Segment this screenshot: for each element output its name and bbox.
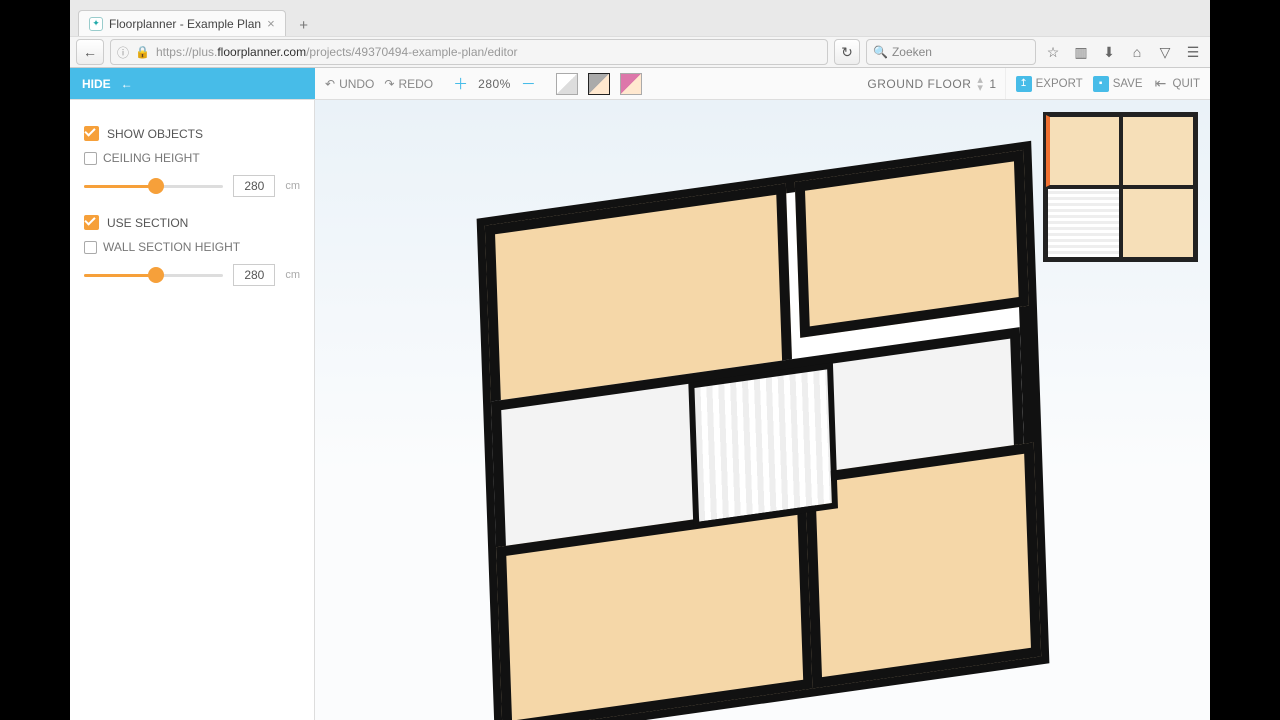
staircase[interactable] — [687, 363, 837, 529]
export-label: EXPORT — [1036, 78, 1083, 90]
url-prefix: https://plus. — [156, 45, 217, 59]
height-icon — [84, 241, 97, 254]
hide-label: HIDE — [82, 77, 111, 91]
reload-button[interactable]: ↻ — [834, 39, 860, 65]
redo-icon: ↷ — [384, 77, 394, 91]
redo-label: REDO — [398, 77, 433, 91]
viewport-3d[interactable] — [315, 100, 1210, 720]
wall-section-input[interactable] — [233, 264, 275, 286]
new-tab-button[interactable]: + — [292, 14, 316, 36]
minimap-room[interactable] — [1121, 115, 1196, 187]
use-section-checkbox[interactable] — [84, 215, 99, 230]
undo-button[interactable]: ↶ UNDO — [325, 77, 374, 91]
floor-label: GROUND FLOOR — [867, 77, 971, 91]
back-button[interactable]: ← — [76, 39, 104, 65]
zoom-level: 280% — [478, 77, 511, 91]
view-mode-texture[interactable] — [620, 73, 642, 95]
show-objects-label: SHOW OBJECTS — [107, 127, 203, 141]
export-button[interactable]: ↥ EXPORT — [1016, 76, 1083, 92]
show-objects-checkbox[interactable] — [84, 126, 99, 141]
sidebar: SHOW OBJECTS CEILING HEIGHT cm USE SECTI… — [70, 100, 315, 720]
use-section-label: USE SECTION — [107, 216, 188, 230]
info-icon: ⓘ — [117, 44, 129, 61]
zoom-in-button[interactable]: ＋ — [453, 73, 468, 94]
arrow-left-icon: ← — [121, 77, 133, 91]
view-mode-wireframe[interactable] — [556, 73, 578, 95]
save-label: SAVE — [1113, 78, 1143, 90]
room[interactable] — [795, 150, 1029, 338]
wall-section-label: WALL SECTION HEIGHT — [103, 240, 240, 254]
hamburger-menu-icon[interactable]: ☰ — [1182, 41, 1204, 63]
unit-label: cm — [285, 269, 300, 281]
tab-close-icon[interactable]: × — [267, 16, 275, 31]
app-toolbar: HIDE ← ↶ UNDO ↷ REDO ＋ 280% － GROUND FLOOR… — [70, 68, 1210, 100]
chevron-updown-icon: ▴▾ — [977, 76, 983, 92]
redo-button[interactable]: ↷ REDO — [384, 77, 433, 91]
home-icon[interactable]: ⌂ — [1126, 41, 1148, 63]
browser-tabbar: ✦ Floorplanner - Example Plan × + — [70, 0, 1210, 36]
unit-label: cm — [285, 180, 300, 192]
quit-button[interactable]: ⇤ QUIT — [1153, 76, 1200, 92]
url-path: /projects/49370494-example-plan/editor — [306, 45, 517, 59]
wall-section-slider[interactable] — [84, 268, 223, 282]
floorplan-3d[interactable] — [476, 141, 1049, 720]
floor-index: 1 — [989, 77, 996, 91]
zoom-out-button[interactable]: － — [521, 73, 536, 94]
height-icon — [84, 152, 97, 165]
minimap-room[interactable] — [1046, 187, 1121, 259]
browser-addressbar: ← ⓘ 🔒 https://plus.floorplanner.com/proj… — [70, 36, 1210, 68]
quit-icon: ⇤ — [1153, 76, 1169, 92]
save-icon: ▪ — [1093, 76, 1109, 92]
browser-search-field[interactable]: 🔍 Zoeken — [866, 39, 1036, 65]
undo-icon: ↶ — [325, 77, 335, 91]
export-icon: ↥ — [1016, 76, 1032, 92]
ceiling-height-input[interactable] — [233, 175, 275, 197]
search-icon: 🔍 — [873, 45, 888, 59]
quit-label: QUIT — [1173, 78, 1200, 90]
bookmark-star-icon[interactable]: ☆ — [1042, 41, 1064, 63]
url-domain: floorplanner.com — [217, 45, 306, 59]
pocket-icon[interactable]: ▽ — [1154, 41, 1176, 63]
url-field[interactable]: ⓘ 🔒 https://plus.floorplanner.com/projec… — [110, 39, 828, 65]
minimap-room[interactable] — [1046, 115, 1121, 187]
ceiling-height-label: CEILING HEIGHT — [103, 151, 200, 165]
hide-sidebar-button[interactable]: HIDE ← — [70, 68, 315, 99]
ceiling-height-slider[interactable] — [84, 179, 223, 193]
favicon-icon: ✦ — [89, 17, 103, 31]
floor-selector[interactable]: GROUND FLOOR ▴▾ 1 — [859, 68, 1004, 99]
undo-label: UNDO — [339, 77, 374, 91]
minimap[interactable] — [1043, 112, 1198, 262]
lock-icon: 🔒 — [135, 45, 150, 59]
save-button[interactable]: ▪ SAVE — [1093, 76, 1143, 92]
view-mode-color[interactable] — [588, 73, 610, 95]
room[interactable] — [805, 442, 1041, 688]
downloads-icon[interactable]: ⬇ — [1098, 41, 1120, 63]
minimap-room[interactable] — [1121, 187, 1196, 259]
library-icon[interactable]: ▥ — [1070, 41, 1092, 63]
tab-title: Floorplanner - Example Plan — [109, 17, 261, 31]
browser-tab[interactable]: ✦ Floorplanner - Example Plan × — [78, 10, 286, 36]
search-placeholder: Zoeken — [892, 45, 932, 59]
